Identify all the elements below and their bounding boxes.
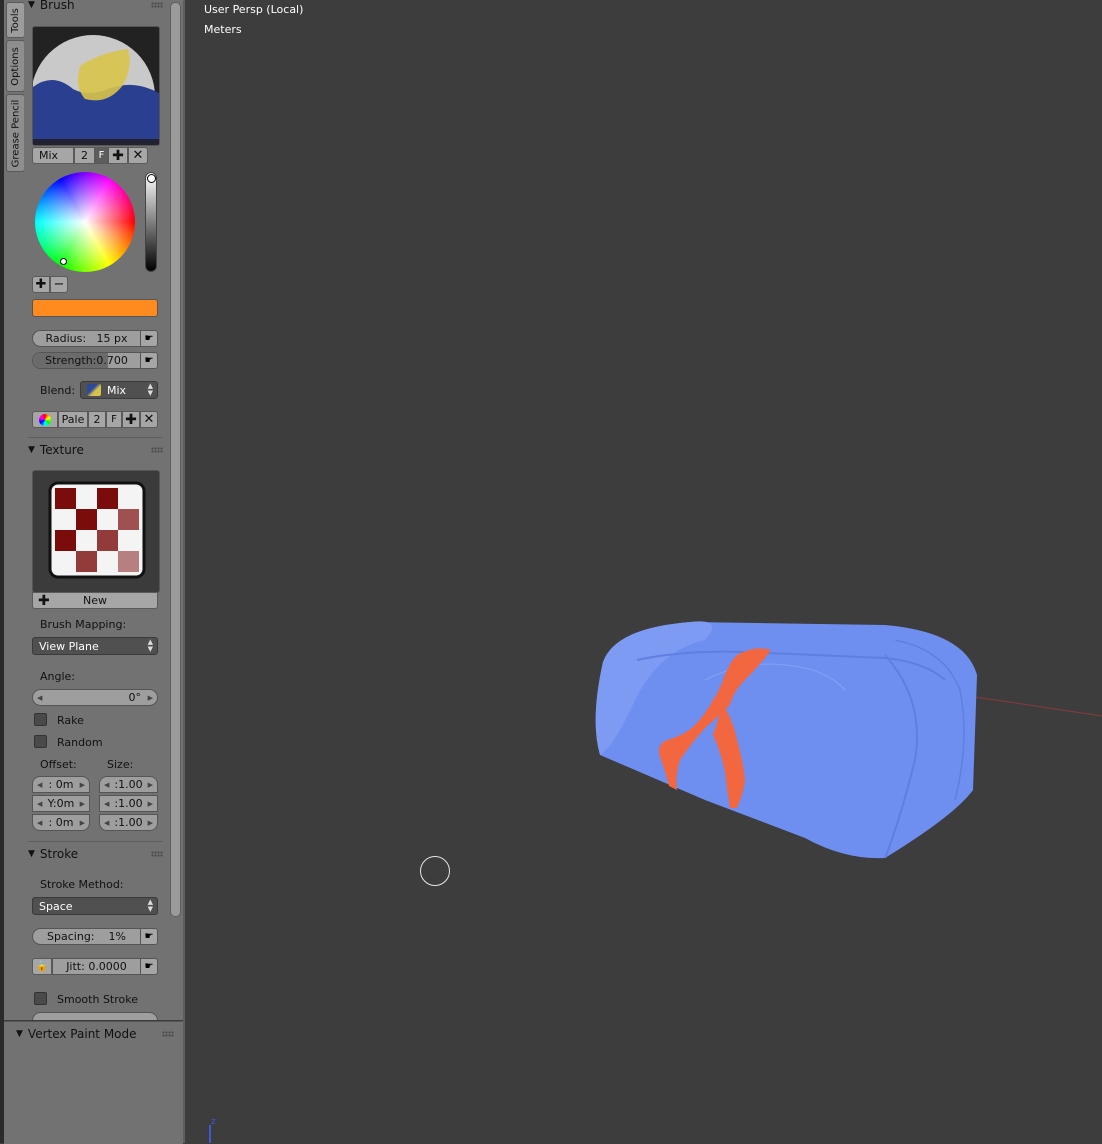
value-slider[interactable] xyxy=(145,172,157,272)
drag-grip-icon[interactable] xyxy=(151,2,163,8)
strength-pressure-icon[interactable]: ☛ xyxy=(140,352,158,369)
decrement-arrow-icon[interactable]: ◀ xyxy=(37,694,42,702)
vertex-paint-mode-header[interactable]: ▼ Vertex Paint Mode xyxy=(16,1025,174,1043)
brush-color-swatch[interactable] xyxy=(32,299,158,317)
blend-dropdown[interactable]: Mix ▲ ▼ xyxy=(80,381,158,399)
brush-cursor-circle xyxy=(420,856,450,886)
brush-preview-image xyxy=(33,27,159,145)
brush-preview[interactable] xyxy=(32,26,160,146)
brush-users-count[interactable]: 2 xyxy=(74,147,95,164)
jitter-field[interactable]: Jitt: 0.0000 xyxy=(52,958,141,975)
stroke-method-label: Stroke Method: xyxy=(40,878,124,891)
fake-user-button[interactable]: F xyxy=(95,147,108,164)
brush-panel-header[interactable]: ▼ Brush xyxy=(28,0,163,14)
add-color-icon[interactable]: ✚ xyxy=(32,276,50,293)
random-label: Random xyxy=(57,736,103,749)
brush-name-field[interactable]: Mix xyxy=(32,147,74,164)
stroke-panel-header[interactable]: ▼ Stroke xyxy=(28,845,163,863)
color-picker-handle[interactable] xyxy=(60,258,67,265)
drag-grip-icon[interactable] xyxy=(162,1031,174,1037)
blend-label: Blend: xyxy=(40,384,76,397)
add-brush-icon[interactable]: ✚ xyxy=(108,147,128,164)
brush-mapping-label: Brush Mapping: xyxy=(40,618,127,631)
vertex-paint-mode-panel: ▼ Vertex Paint Mode xyxy=(4,1021,183,1144)
tab-grease-pencil[interactable]: Grease Pencil xyxy=(6,94,25,172)
palette-datablock-row: Pale 2 F ✚ ✕ xyxy=(32,411,158,428)
texture-checker-image xyxy=(48,481,146,579)
angle-field[interactable]: ◀ 0° ▶ xyxy=(32,689,158,706)
jitter-lock-icon[interactable]: 🔒 xyxy=(32,958,52,975)
rake-label: Rake xyxy=(57,714,84,727)
svg-text:z: z xyxy=(211,1117,216,1127)
tool-shelf: ▼ Brush Mix 2 F ✚ ✕ ✚ − Radius: 15 px ☛ xyxy=(24,0,167,1020)
size-x-field[interactable]: ◀:1.00 ▶ xyxy=(99,776,158,793)
radius-pressure-icon[interactable]: ☛ xyxy=(140,330,158,347)
spacing-slider[interactable]: Spacing: 1% xyxy=(32,928,141,945)
value-slider-handle[interactable] xyxy=(147,174,156,183)
axis-gizmo: z xyxy=(209,1117,216,1143)
dropdown-arrows-icon: ▲ ▼ xyxy=(147,382,153,397)
drag-grip-icon[interactable] xyxy=(151,851,163,857)
dropdown-arrows-icon: ▲ ▼ xyxy=(147,638,153,653)
texture-panel-header[interactable]: ▼ Texture xyxy=(28,441,163,459)
viewport-canvas[interactable]: z xyxy=(185,0,1102,1143)
offset-x-field[interactable]: ◀: 0m ▶ xyxy=(32,776,90,793)
tab-tools[interactable]: Tools xyxy=(6,2,25,38)
offset-label: Offset: xyxy=(40,758,77,771)
brush-datablock-row: Mix 2 F ✚ ✕ xyxy=(32,147,148,164)
scrollbar-thumb[interactable] xyxy=(170,2,181,917)
jitter-pressure-icon[interactable]: ☛ xyxy=(140,958,158,975)
smooth-radius-field-partial[interactable] xyxy=(32,1012,158,1020)
mesh-object[interactable] xyxy=(595,621,977,859)
add-palette-icon[interactable]: ✚ xyxy=(122,411,140,428)
texture-preview[interactable] xyxy=(32,470,160,593)
increment-arrow-icon[interactable]: ▶ xyxy=(148,694,153,702)
x-axis-line xyxy=(974,696,1102,717)
palette-icon[interactable] xyxy=(32,411,58,428)
blend-mode-icon xyxy=(87,384,101,396)
offset-z-field[interactable]: ◀: 0m ▶ xyxy=(32,814,90,831)
palette-name-field[interactable]: Pale xyxy=(58,411,88,428)
drag-grip-icon[interactable] xyxy=(151,447,163,453)
spacing-pressure-icon[interactable]: ☛ xyxy=(140,928,158,945)
random-checkbox[interactable] xyxy=(34,735,47,748)
brush-mapping-dropdown[interactable]: View Plane ▲ ▼ xyxy=(32,637,158,655)
tool-tabs: Tools Options Grease Pencil xyxy=(4,0,25,1020)
unlink-palette-icon[interactable]: ✕ xyxy=(140,411,158,428)
strength-slider[interactable]: Strength:0.700 xyxy=(32,352,141,369)
rake-checkbox[interactable] xyxy=(34,713,47,726)
palette-add-remove: ✚ − xyxy=(32,276,68,293)
collapse-triangle-icon: ▼ xyxy=(28,0,35,10)
smooth-stroke-label: Smooth Stroke xyxy=(57,993,138,1006)
tab-options[interactable]: Options xyxy=(6,40,25,92)
collapse-triangle-icon: ▼ xyxy=(16,1029,23,1039)
tool-shelf-scrollbar[interactable] xyxy=(167,0,183,1020)
size-label: Size: xyxy=(107,758,134,771)
smooth-stroke-checkbox[interactable] xyxy=(34,992,47,1005)
new-texture-button[interactable]: ✚ New xyxy=(32,592,158,609)
angle-label: Angle: xyxy=(40,670,76,683)
collapse-triangle-icon: ▼ xyxy=(28,445,35,455)
dropdown-arrows-icon: ▲ ▼ xyxy=(147,898,153,913)
palette-users-count[interactable]: 2 xyxy=(88,411,106,428)
unlink-brush-icon[interactable]: ✕ xyxy=(128,147,148,164)
remove-color-icon[interactable]: − xyxy=(50,276,68,293)
collapse-triangle-icon: ▼ xyxy=(28,849,35,859)
separator xyxy=(28,841,163,842)
size-y-field[interactable]: ◀:1.00 ▶ xyxy=(99,795,158,812)
stroke-method-dropdown[interactable]: Space ▲ ▼ xyxy=(32,897,158,915)
texture-new-row: ✚ New xyxy=(32,592,158,609)
add-texture-icon: ✚ xyxy=(38,592,50,609)
palette-fake-user-button[interactable]: F xyxy=(106,411,122,428)
size-z-field[interactable]: ◀:1.00 ▶ xyxy=(99,814,158,831)
offset-y-field[interactable]: ◀ Y:0m ▶ xyxy=(32,795,90,812)
color-wheel[interactable] xyxy=(35,172,135,272)
radius-slider[interactable]: Radius: 15 px xyxy=(32,330,141,347)
separator xyxy=(28,437,163,438)
